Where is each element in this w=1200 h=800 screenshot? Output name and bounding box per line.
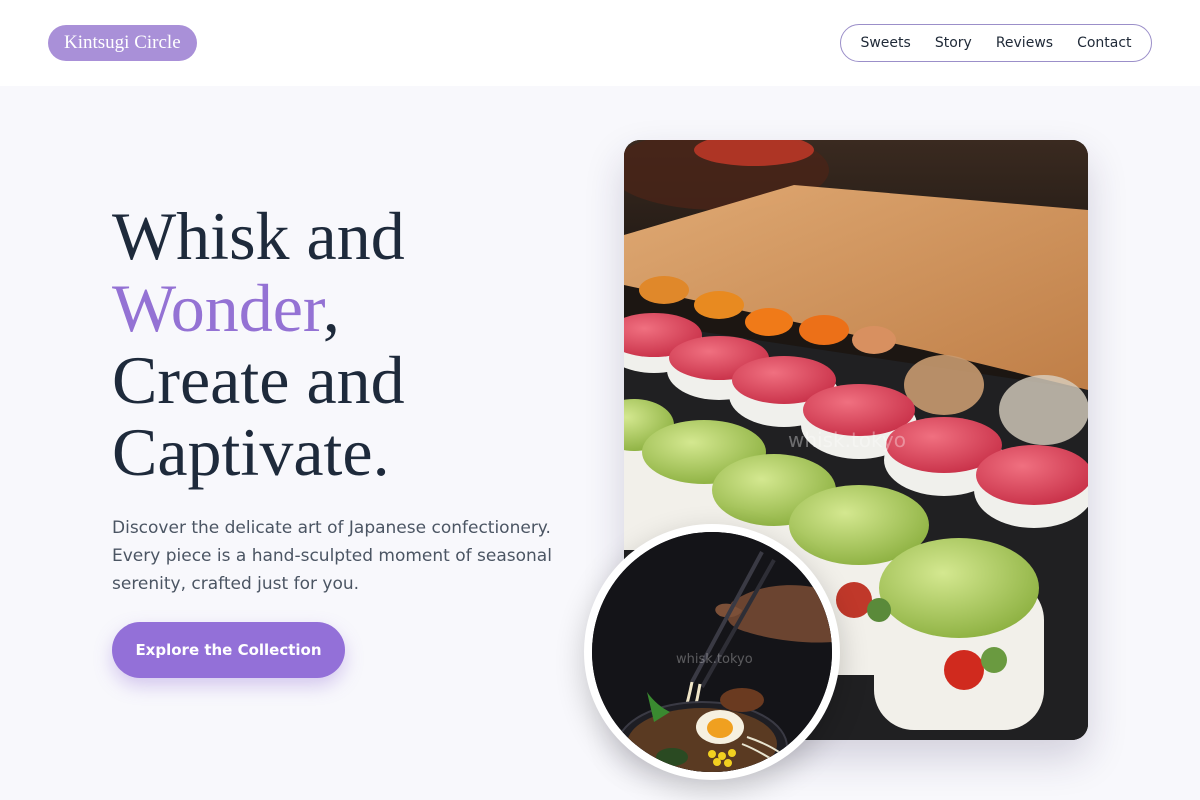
site-header: Kintsugi Circle Sweets Story Reviews Con… xyxy=(0,0,1200,86)
brand-logo[interactable]: Kintsugi Circle xyxy=(48,25,197,61)
headline-comma: , xyxy=(322,270,340,346)
explore-collection-button[interactable]: Explore the Collection xyxy=(112,622,345,678)
nav-item-story[interactable]: Story xyxy=(935,35,972,51)
headline-line-3: Create and xyxy=(112,342,405,418)
headline-accent: Wonder xyxy=(112,270,323,346)
nav-item-reviews[interactable]: Reviews xyxy=(996,35,1053,51)
headline-line-1: Whisk and xyxy=(112,198,405,274)
main-photo-watermark: whisk.tokyo xyxy=(788,428,906,452)
nav-item-contact[interactable]: Contact xyxy=(1077,35,1131,51)
nav-item-sweets[interactable]: Sweets xyxy=(860,35,910,51)
ramen-photo: whisk.tokyo xyxy=(592,532,832,772)
main-nav: Sweets Story Reviews Contact xyxy=(840,24,1152,62)
ramen-photo-frame: whisk.tokyo xyxy=(584,524,840,780)
inset-photo-watermark: whisk.tokyo xyxy=(676,652,753,667)
hero-description: Discover the delicate art of Japanese co… xyxy=(112,518,552,594)
headline-line-4: Captivate. xyxy=(112,414,390,490)
hero-headline: Whisk and Wonder, Create and Captivate. xyxy=(112,200,592,488)
